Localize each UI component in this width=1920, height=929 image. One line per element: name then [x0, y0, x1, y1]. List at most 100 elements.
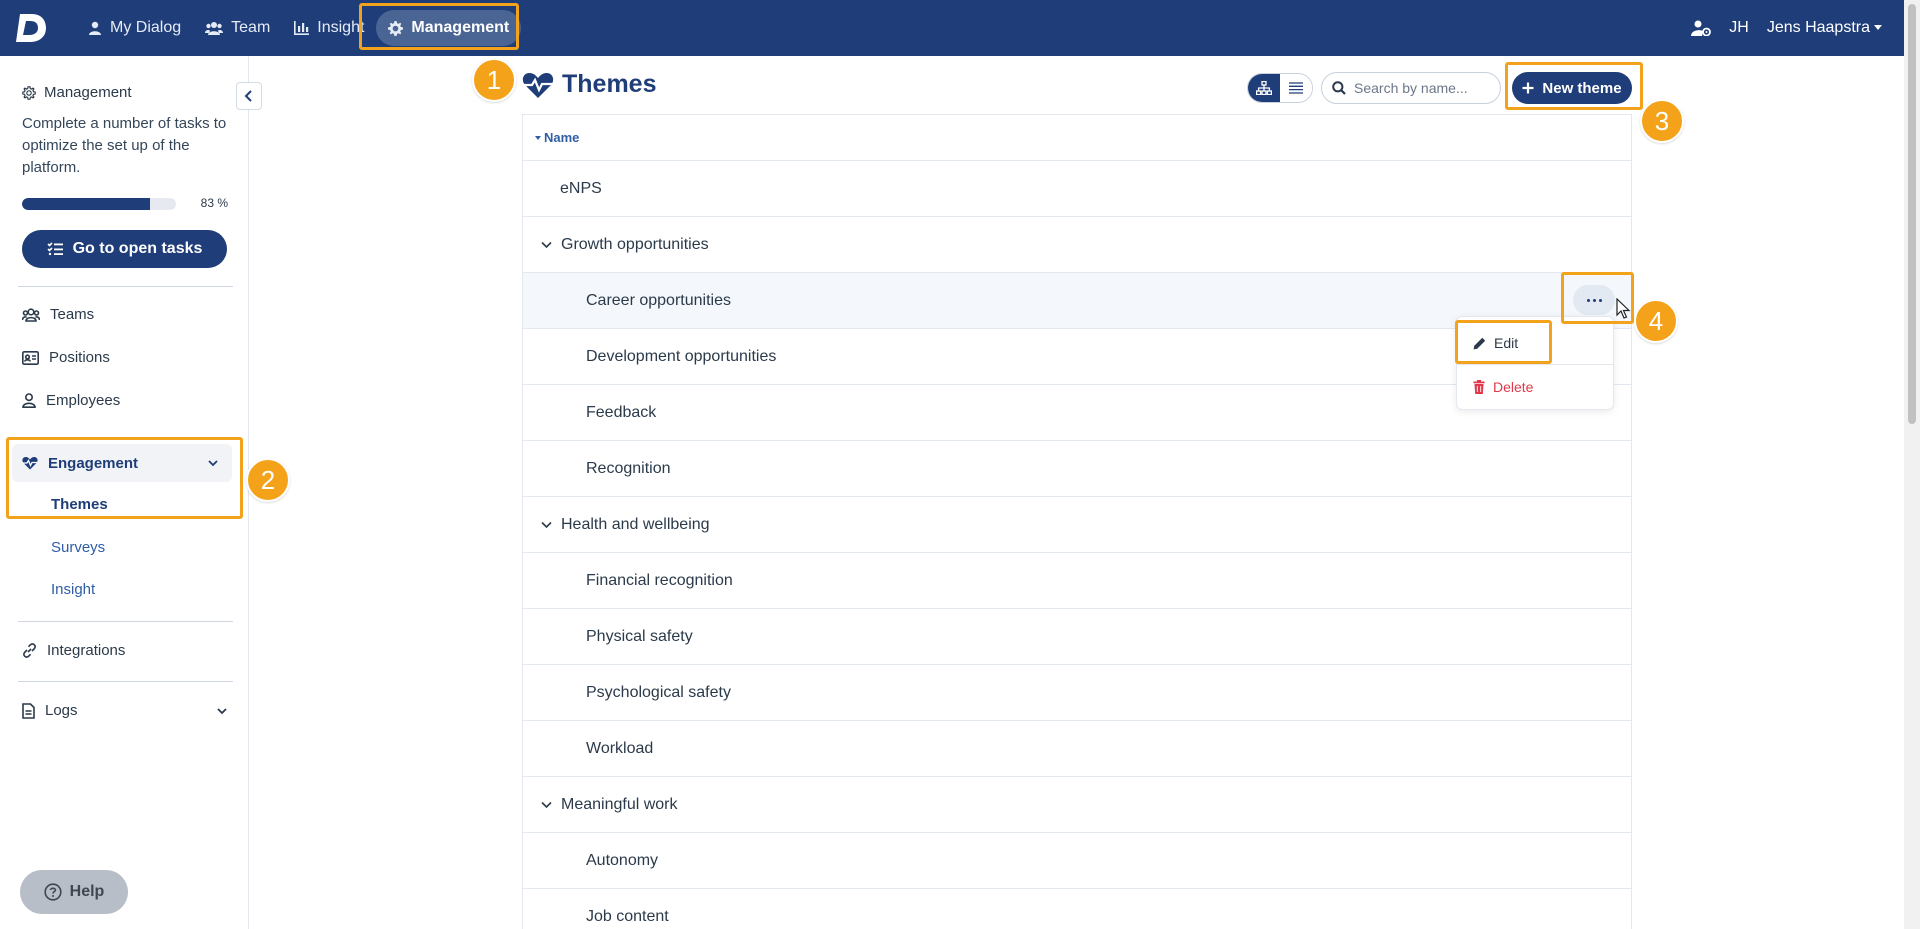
- view-toggle: [1247, 73, 1313, 103]
- setup-progress-bar: [22, 198, 176, 210]
- column-header-label: Name: [544, 130, 580, 145]
- progress-label: 83 %: [200, 196, 228, 210]
- row-label: Development opportunities: [586, 347, 777, 365]
- delete-label: Delete: [1493, 379, 1534, 395]
- step-badge-2: 2: [246, 458, 290, 502]
- nav-label: My Dialog: [110, 19, 182, 36]
- list-view-button[interactable]: [1280, 74, 1312, 102]
- collapse-sidebar-button[interactable]: [236, 82, 262, 110]
- sidebar-item-employees[interactable]: Employees: [22, 392, 120, 409]
- table-row[interactable]: Physical safety: [523, 609, 1631, 665]
- row-label: Job content: [586, 907, 669, 925]
- app-logo[interactable]: [14, 11, 48, 45]
- vertical-scrollbar[interactable]: [1904, 0, 1920, 929]
- step-badge-4: 4: [1634, 299, 1678, 343]
- table-row[interactable]: Financial recognition: [523, 553, 1631, 609]
- management-title-label: Management: [44, 84, 132, 101]
- sidebar-divider: [18, 621, 233, 622]
- sidebar-item-logs[interactable]: Logs: [22, 702, 227, 719]
- nav-my-dialog[interactable]: My Dialog: [76, 10, 193, 46]
- step-badge-1: 1: [472, 58, 516, 102]
- table-row[interactable]: Workload: [523, 721, 1631, 777]
- management-title: Management: [22, 84, 132, 101]
- sidebar-item-label: Integrations: [47, 642, 126, 659]
- tree-view-button[interactable]: [1248, 74, 1280, 102]
- document-icon: [22, 702, 35, 719]
- users-icon: [22, 307, 40, 322]
- caret-down-icon: [1874, 25, 1882, 31]
- sort-caret-icon: [535, 135, 541, 140]
- chevron-left-icon: [244, 90, 252, 102]
- row-label: Workload: [586, 739, 654, 757]
- sidebar-item-label: Employees: [46, 392, 121, 409]
- chevron-down-icon: [217, 707, 227, 714]
- sitemap-icon: [1256, 81, 1272, 95]
- nav-label: Insight: [317, 19, 365, 36]
- id-card-icon: [22, 350, 39, 365]
- user-menu[interactable]: Jens Haapstra: [1767, 19, 1882, 37]
- search-input[interactable]: [1354, 80, 1494, 96]
- user-icon: [89, 21, 101, 35]
- row-label: Psychological safety: [586, 683, 731, 701]
- page-title: Themes: [522, 70, 656, 99]
- nav-label: Team: [231, 19, 271, 36]
- user-icon: [22, 393, 36, 408]
- user-settings-icon[interactable]: [1691, 20, 1712, 36]
- open-tasks-label: Go to open tasks: [72, 240, 203, 257]
- table-row[interactable]: eNPS: [523, 161, 1631, 217]
- table-row[interactable]: Psychological safety: [523, 665, 1631, 721]
- table-row-group[interactable]: Health and wellbeing: [523, 497, 1631, 553]
- highlight-box-edit: [1455, 320, 1552, 364]
- help-label: Help: [69, 883, 105, 900]
- menu-divider: [1457, 364, 1613, 365]
- chevron-down-icon[interactable]: [541, 241, 553, 249]
- highlight-box-engagement: [6, 437, 243, 519]
- sidebar-subitem-surveys[interactable]: Surveys: [51, 539, 105, 556]
- row-label: Financial recognition: [586, 571, 733, 589]
- sidebar-item-teams[interactable]: Teams: [22, 306, 94, 323]
- progress-fill: [22, 198, 150, 210]
- search-icon: [1332, 81, 1346, 95]
- sidebar-divider: [18, 286, 233, 287]
- task-list-icon: [47, 242, 63, 256]
- table-row-group[interactable]: Growth opportunities: [523, 217, 1631, 273]
- sidebar-subitem-insight[interactable]: Insight: [51, 581, 95, 598]
- delete-menu-item[interactable]: Delete: [1457, 367, 1613, 407]
- highlight-box-management: [359, 3, 519, 50]
- sidebar-item-positions[interactable]: Positions: [22, 349, 110, 366]
- row-label: Growth opportunities: [561, 235, 709, 253]
- chevron-down-icon[interactable]: [541, 801, 553, 809]
- table-row[interactable]: Job content: [523, 889, 1631, 929]
- user-name: Jens Haapstra: [1766, 19, 1870, 36]
- link-icon: [23, 643, 36, 658]
- nav-team[interactable]: Team: [193, 10, 282, 46]
- sidebar-item-integrations[interactable]: Integrations: [22, 642, 125, 659]
- management-description: Complete a number of tasks to optimize t…: [22, 115, 227, 176]
- sidebar-item-label: Logs: [45, 702, 78, 719]
- table-row[interactable]: Recognition: [523, 441, 1631, 497]
- help-button[interactable]: Help: [20, 870, 128, 914]
- scrollbar-thumb[interactable]: [1908, 4, 1916, 424]
- sidebar-divider: [18, 681, 233, 682]
- gear-icon: [22, 85, 36, 100]
- user-initials: JH: [1729, 19, 1749, 36]
- table-header-name[interactable]: Name: [523, 115, 1631, 161]
- highlight-box-row-menu: [1561, 272, 1634, 324]
- table-row-group[interactable]: Meaningful work: [523, 777, 1631, 833]
- go-to-open-tasks-button[interactable]: Go to open tasks: [22, 230, 227, 268]
- users-icon: [205, 22, 224, 35]
- trash-icon: [1473, 380, 1485, 394]
- chevron-down-icon[interactable]: [541, 521, 553, 529]
- row-label: Autonomy: [586, 851, 659, 869]
- table-body: eNPS Growth opportunities Career opportuni…: [523, 161, 1631, 929]
- row-label: eNPS: [560, 179, 602, 197]
- table-row[interactable]: Autonomy: [523, 833, 1631, 889]
- row-label: Health and wellbeing: [561, 515, 710, 533]
- sidebar-item-label: Teams: [50, 306, 95, 323]
- row-label: Meaningful work: [561, 795, 678, 813]
- question-circle-icon: [44, 883, 62, 901]
- row-label: Physical safety: [586, 627, 693, 645]
- logo-icon: [16, 14, 46, 42]
- highlight-box-new-theme: [1505, 62, 1643, 110]
- row-label: Feedback: [586, 403, 657, 421]
